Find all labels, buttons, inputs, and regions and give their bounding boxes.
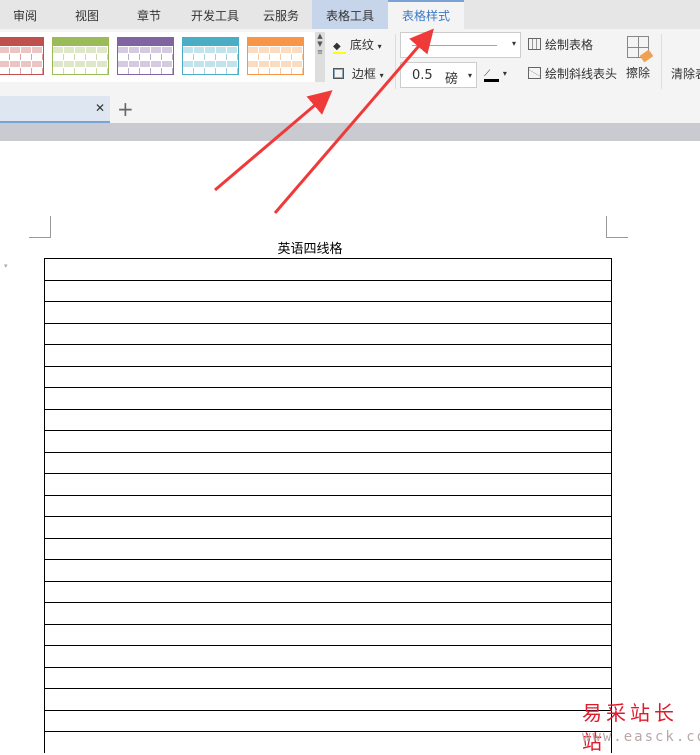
- red-arrow: [273, 28, 434, 214]
- annotation-arrows: [214, 28, 434, 214]
- red-arrow: [214, 90, 333, 192]
